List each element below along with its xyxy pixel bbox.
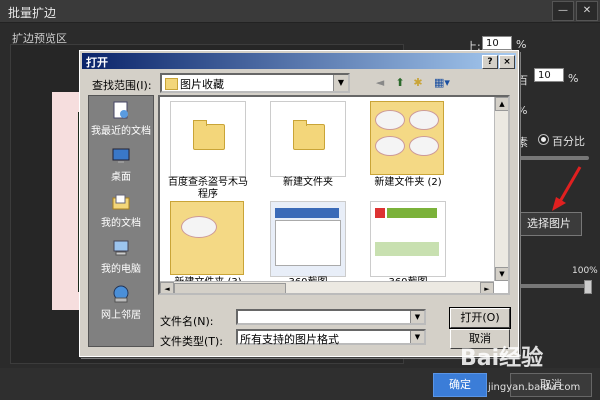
dialog-title-bar: 打开 ? × <box>82 53 516 69</box>
dialog-title: 打开 <box>86 56 108 69</box>
size-slider[interactable] <box>517 156 589 160</box>
scroll-left-icon[interactable]: ◄ <box>160 282 174 293</box>
scroll-right-icon[interactable]: ► <box>480 282 494 293</box>
lookin-value: 图片收藏 <box>180 78 224 91</box>
opacity-value: 100% <box>572 266 598 276</box>
filename-label: 文件名(N): <box>160 315 214 328</box>
open-file-dialog: 打开 ? × 查找范围(I): 图片收藏 ▼ ◄ ⬆ ✱ ▦▾ 我最近的文档 桌… <box>79 50 519 357</box>
folder-with-images-icon <box>370 101 444 175</box>
place-recent[interactable]: 我最近的文档 <box>89 98 153 142</box>
chevron-down-icon[interactable]: ▼ <box>410 311 424 323</box>
folder-icon <box>293 120 325 150</box>
minimize-button[interactable]: — <box>552 1 574 21</box>
place-desktop[interactable]: 桌面 <box>89 144 153 188</box>
top-margin-input[interactable]: 10 <box>482 36 512 50</box>
image-thumbnail <box>370 201 446 277</box>
app-title: 批量扩边 <box>8 6 57 20</box>
image-thumbnail <box>270 201 346 277</box>
help-button[interactable]: ? <box>482 55 498 69</box>
file-item[interactable]: 百度查杀盗号木马程序 <box>164 101 252 200</box>
file-item[interactable]: 新建文件夹 <box>264 101 352 199</box>
opacity-slider[interactable] <box>517 284 589 288</box>
right-margin-input[interactable]: 10 <box>534 68 564 82</box>
chevron-down-icon[interactable]: ▼ <box>333 75 348 91</box>
place-network[interactable]: 网上邻居 <box>89 282 153 326</box>
place-my-computer[interactable]: 我的电脑 <box>89 236 153 280</box>
lookin-combo[interactable]: 图片收藏 ▼ <box>160 73 350 93</box>
baidu-watermark: Bai经验 jingyan.baidu.com <box>460 346 581 393</box>
scroll-down-icon[interactable]: ▼ <box>495 267 508 281</box>
vertical-scrollbar[interactable]: ▲ ▼ <box>494 97 508 281</box>
network-places-icon <box>113 285 129 303</box>
open-button[interactable]: 打开(O) <box>449 307 511 329</box>
filetype-label: 文件类型(T): <box>160 335 224 348</box>
filetype-select[interactable]: 所有支持的图片格式 ▼ <box>236 329 426 346</box>
red-arrow-annotation <box>552 166 582 211</box>
radio-percent[interactable] <box>538 134 549 145</box>
right-margin-unit: % <box>568 72 579 85</box>
choose-image-button[interactable]: 选择图片 <box>516 212 582 236</box>
back-icon[interactable]: ◄ <box>372 75 388 91</box>
my-documents-icon <box>112 194 130 210</box>
file-item[interactable]: 新建文件夹 (2) <box>364 101 452 199</box>
filename-input[interactable]: ▼ <box>236 309 426 325</box>
places-bar: 我最近的文档 桌面 我的文档 我的电脑 网上邻居 <box>88 95 154 347</box>
new-folder-icon[interactable]: ✱ <box>410 75 426 91</box>
up-folder-icon[interactable]: ⬆ <box>392 75 408 91</box>
view-menu-icon[interactable]: ▦▾ <box>430 75 454 91</box>
recent-documents-icon <box>113 101 128 119</box>
scroll-up-icon[interactable]: ▲ <box>495 97 508 111</box>
chevron-down-icon[interactable]: ▼ <box>410 331 424 343</box>
scroll-thumb[interactable] <box>174 283 286 293</box>
place-my-documents[interactable]: 我的文档 <box>89 190 153 234</box>
lookin-label: 查找范围(I): <box>92 79 152 92</box>
radio-percent-label: 百分比 <box>552 135 585 148</box>
opacity-slider-handle[interactable] <box>584 280 592 294</box>
folder-icon <box>193 120 225 150</box>
folder-with-images-icon <box>170 201 244 275</box>
folder-icon <box>165 78 178 90</box>
file-list: 百度查杀盗号木马程序 新建文件夹 新建文件夹 (2) ▲ ▼ ◄ ► <box>158 95 510 295</box>
dialog-close-button[interactable]: × <box>499 55 515 69</box>
my-computer-icon <box>113 240 129 256</box>
close-button[interactable]: ✕ <box>576 1 598 21</box>
horizontal-scrollbar[interactable]: ◄ ► <box>160 281 494 293</box>
desktop-icon <box>112 148 130 163</box>
app-title-bar: 批量扩边 — ✕ <box>0 0 600 23</box>
